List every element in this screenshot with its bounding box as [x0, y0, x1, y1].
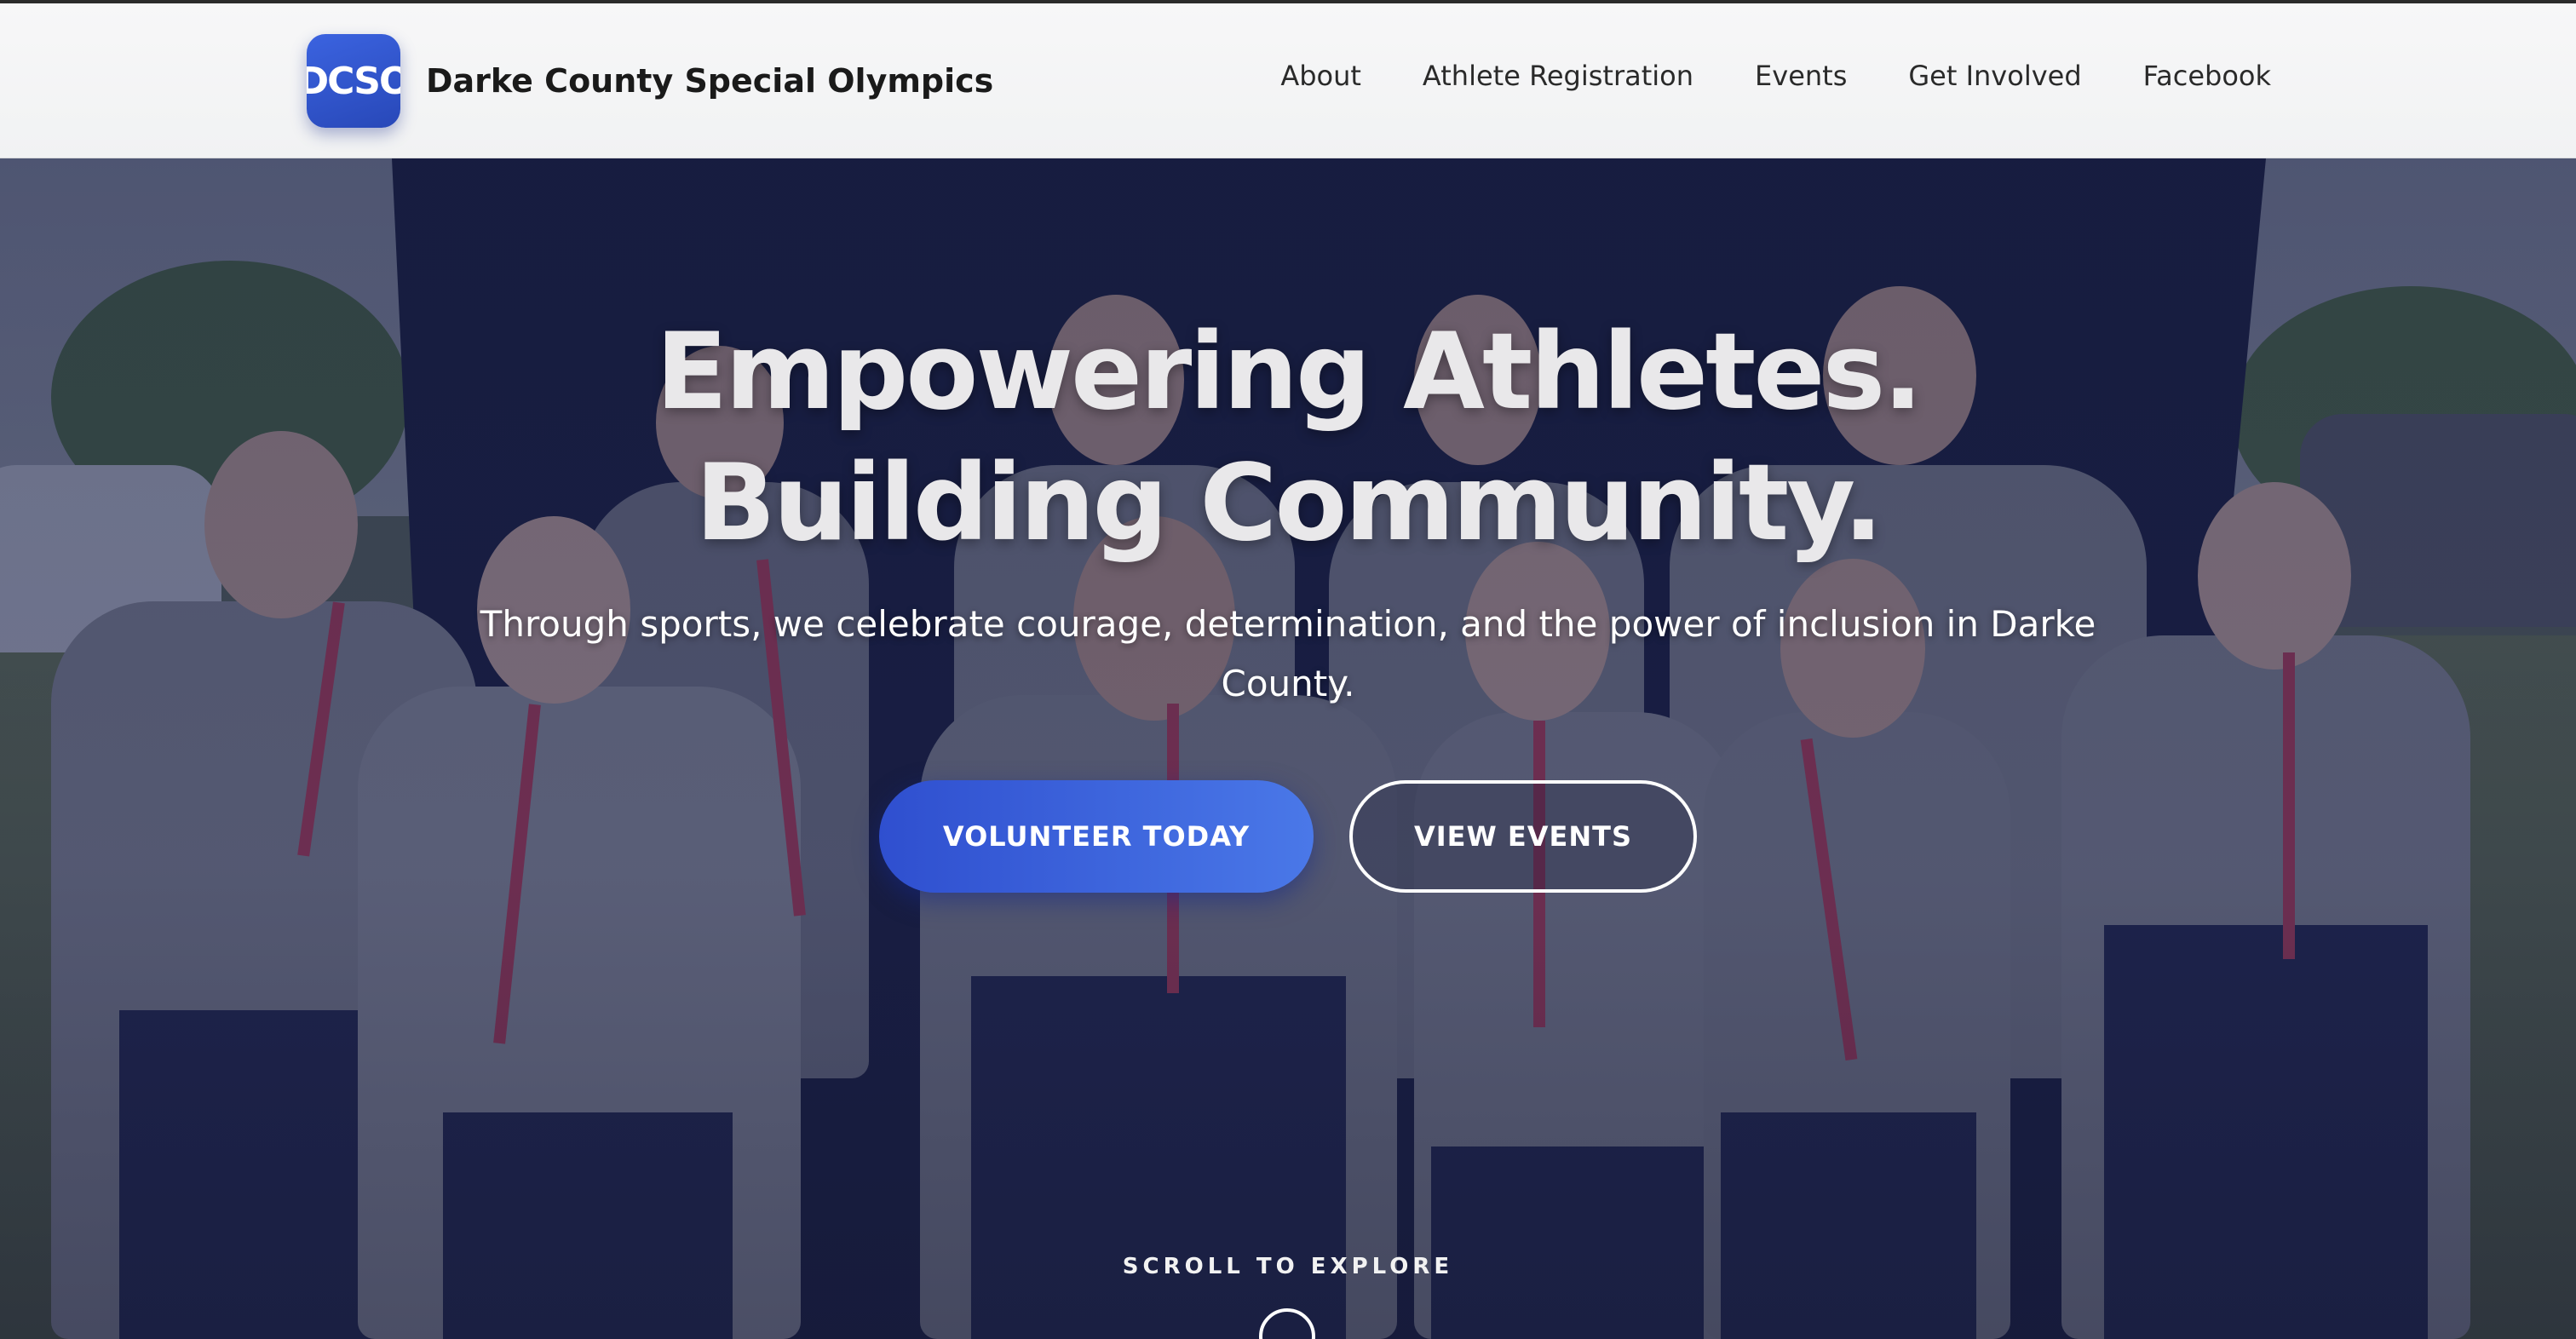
brand-home-link[interactable]: DCSO Darke County Special Olympics	[307, 34, 993, 128]
scroll-to-explore-label: SCROLL TO EXPLORE	[1122, 1254, 1454, 1279]
nav-link-facebook[interactable]: Facebook	[2143, 60, 2271, 92]
nav-link-about[interactable]: About	[1280, 60, 1361, 92]
logo-text: DCSO	[307, 59, 400, 103]
nav-link-events[interactable]: Events	[1755, 60, 1847, 92]
site-title: Darke County Special Olympics	[426, 62, 994, 100]
view-events-button[interactable]: VIEW EVENTS	[1349, 780, 1697, 893]
nav-link-athlete-registration[interactable]: Athlete Registration	[1423, 60, 1693, 92]
site-logo: DCSO	[307, 34, 400, 128]
main-navigation: About Athlete Registration Events Get In…	[1280, 60, 2271, 92]
hero-headline-line-1: Empowering Athletes.	[655, 311, 1923, 434]
hero-headline-line-2: Building Community.	[695, 442, 1883, 565]
site-header: DCSO Darke County Special Olympics About…	[0, 3, 2576, 158]
hero-section: Empowering Athletes. Building Community.…	[0, 158, 2576, 1339]
hero-subheadline: Through sports, we celebrate courage, de…	[480, 603, 2096, 704]
hero-content: Empowering Athletes. Building Community.…	[0, 158, 2576, 1339]
volunteer-today-button[interactable]: VOLUNTEER TODAY	[879, 780, 1314, 893]
scroll-down-icon[interactable]	[1259, 1308, 1315, 1339]
nav-link-get-involved[interactable]: Get Involved	[1908, 60, 2081, 92]
